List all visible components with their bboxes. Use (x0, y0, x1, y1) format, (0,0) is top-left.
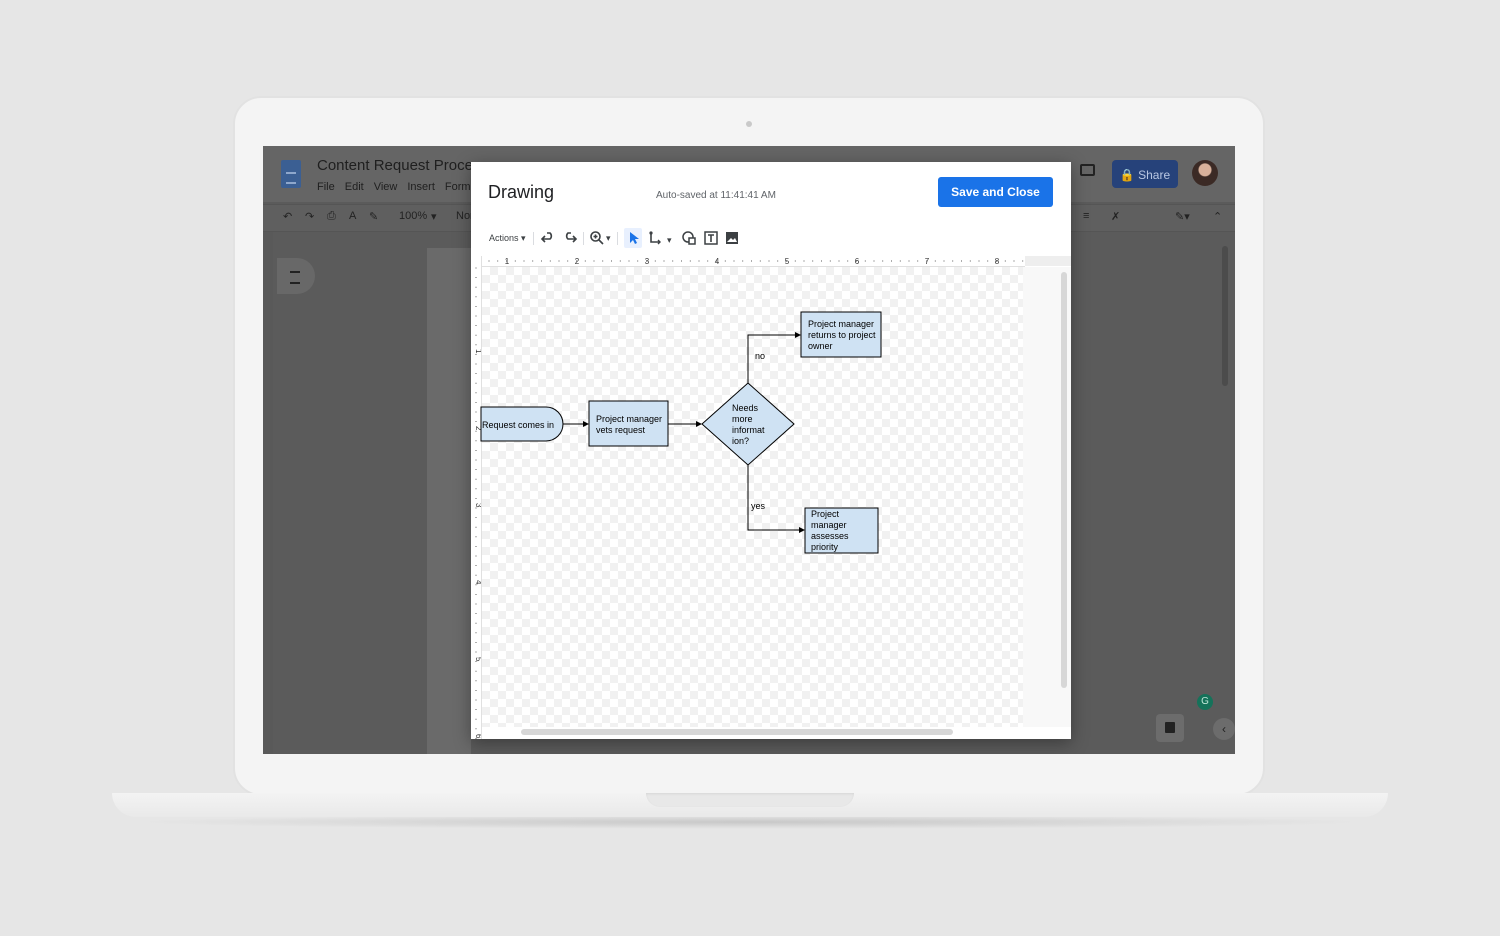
drawing-dialog: Drawing Auto-saved at 11:41:41 AM Save a… (471, 162, 1071, 739)
laptop-shadow (130, 815, 1370, 829)
returns-label-line3: owner (808, 341, 833, 351)
assess-label-line3: assesses (811, 531, 849, 541)
edit-mode-icon[interactable]: ✎▾ (1175, 210, 1190, 223)
yes-branch-label: yes (751, 501, 766, 511)
flowchart: Request comes in Project manager vets re… (480, 311, 882, 554)
arrow-yes-branch[interactable] (747, 465, 805, 533)
document-title[interactable]: Content Request Process (317, 157, 488, 174)
menu-bar: File Edit View Insert Form (317, 181, 471, 193)
laptop-camera (746, 121, 752, 127)
menu-format[interactable]: Form (445, 181, 471, 193)
decision-label-line3: informat (732, 425, 765, 435)
decision-label-line1: Needs (732, 403, 759, 413)
clear-format-icon[interactable]: ✗ (1111, 210, 1120, 223)
start-terminal-label: Request comes in (482, 420, 554, 430)
document-scrollbar[interactable] (1222, 246, 1228, 386)
chevron-up-icon[interactable]: ⌃ (1213, 210, 1222, 223)
decision-diamond-shape[interactable] (701, 382, 795, 466)
side-panel-toggle[interactable]: ‹ (1213, 718, 1235, 740)
undo-icon[interactable]: ↶ (283, 210, 292, 223)
assess-label-line4: priority (811, 542, 839, 552)
docs-logo-icon[interactable] (281, 160, 301, 188)
redo-icon[interactable]: ↷ (305, 210, 314, 223)
share-button[interactable]: 🔒 Share (1112, 160, 1178, 188)
menu-edit[interactable]: Edit (345, 181, 364, 193)
returns-label-line2: returns to project (808, 330, 876, 340)
assess-label-line1: Project (811, 509, 840, 519)
menu-insert[interactable]: Insert (407, 181, 435, 193)
menu-file[interactable]: File (317, 181, 335, 193)
chevron-down-icon[interactable]: ▾ (431, 210, 437, 223)
document-page (427, 248, 471, 754)
indent-icon[interactable]: ≡ (1083, 210, 1089, 222)
avatar[interactable] (1192, 160, 1218, 186)
vet-request-label-line1: Project manager (596, 414, 662, 424)
laptop-notch (646, 793, 854, 807)
spellcheck-icon[interactable]: A (349, 210, 356, 222)
explore-icon[interactable] (1156, 714, 1184, 742)
decision-label-line4: ion? (732, 436, 749, 446)
screen: Content Request Process File Edit View I… (263, 146, 1235, 754)
share-label: Share (1138, 168, 1171, 182)
document-left-ruler (263, 232, 273, 754)
menu-view[interactable]: View (374, 181, 398, 193)
returns-label-line1: Project manager (808, 319, 874, 329)
decision-label-line2: more (732, 414, 753, 424)
zoom-select[interactable]: 100% (399, 210, 427, 222)
outline-icon[interactable] (277, 258, 315, 294)
paint-format-icon[interactable]: ✎ (369, 210, 378, 223)
no-branch-label: no (755, 351, 765, 361)
vet-request-label-line2: vets request (596, 425, 646, 435)
assess-label-line2: manager (811, 520, 847, 530)
comment-icon[interactable] (1080, 164, 1095, 176)
print-icon[interactable]: ⎙ (327, 210, 336, 223)
grammarly-icon[interactable]: G (1197, 694, 1213, 710)
